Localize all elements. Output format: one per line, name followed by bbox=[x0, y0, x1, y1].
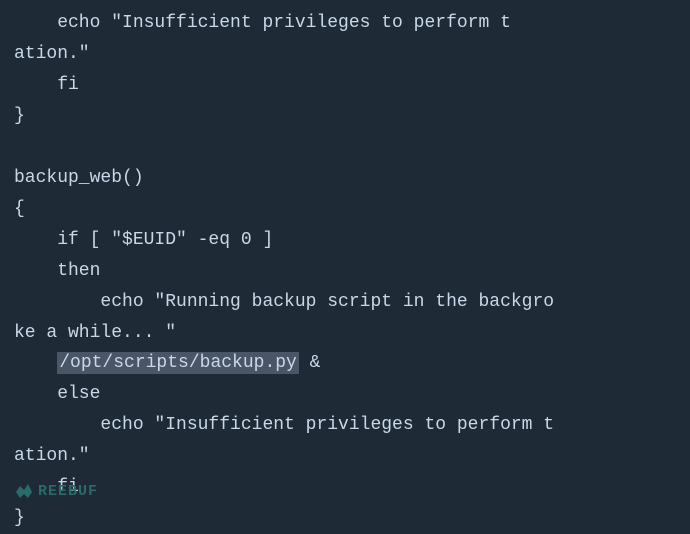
code-line-1: echo "Insufficient privileges to perform… bbox=[14, 8, 690, 39]
watermark-icon bbox=[14, 482, 34, 502]
code-line-16: fi bbox=[14, 472, 690, 503]
code-line-7: { bbox=[14, 194, 690, 225]
watermark: REEBUF bbox=[14, 480, 98, 504]
code-line-15: ation." bbox=[14, 441, 690, 472]
code-line-12: /opt/scripts/backup.py & bbox=[14, 348, 690, 379]
code-line-6: backup_web() bbox=[14, 163, 690, 194]
code-line-5 bbox=[14, 132, 690, 163]
code-line-4: } bbox=[14, 101, 690, 132]
code-line-10: echo "Running backup script in the backg… bbox=[14, 287, 690, 318]
watermark-text: REEBUF bbox=[38, 480, 98, 504]
code-line-3: fi bbox=[14, 70, 690, 101]
code-line-14: echo "Insufficient privileges to perform… bbox=[14, 410, 690, 441]
code-line-8: if [ "$EUID" -eq 0 ] bbox=[14, 225, 690, 256]
code-line-13: else bbox=[14, 379, 690, 410]
code-editor: echo "Insufficient privileges to perform… bbox=[0, 0, 690, 514]
code-line-17: } bbox=[14, 503, 690, 534]
code-line-11: ke a while... " bbox=[14, 318, 690, 349]
highlighted-path: /opt/scripts/backup.py bbox=[57, 352, 299, 374]
code-line-2: ation." bbox=[14, 39, 690, 70]
code-line-9: then bbox=[14, 256, 690, 287]
